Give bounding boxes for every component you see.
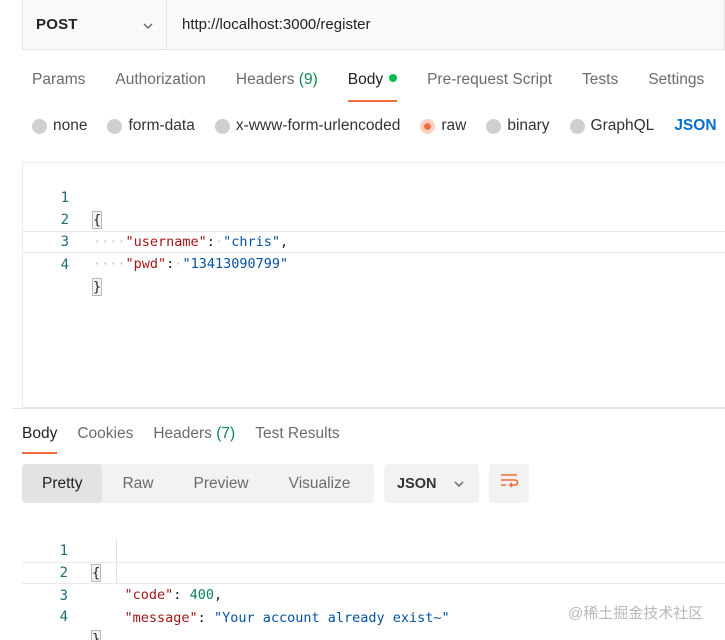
tab-label: Headers (153, 425, 212, 442)
method-label: POST (36, 16, 78, 33)
tab-response-headers[interactable]: Headers (7) (153, 420, 235, 454)
tab-headers[interactable]: Headers (9) (236, 66, 318, 102)
radio-circle-icon (32, 118, 47, 134)
line-number: 4 (60, 257, 69, 273)
tab-test-results[interactable]: Test Results (255, 420, 339, 454)
line-content: "message": "Your account already exist~" (124, 610, 450, 626)
wrap-lines-icon (499, 472, 519, 495)
radio-label: raw (441, 117, 467, 134)
radio-label: form-data (128, 117, 195, 134)
language-label: JSON (397, 475, 437, 492)
radio-circle-icon (107, 118, 123, 134)
radio-binary[interactable]: binary (486, 117, 550, 135)
method-select[interactable]: POST (23, 0, 167, 49)
watermark: @稀土掘金技术社区 (568, 605, 704, 622)
response-tabs: Body Cookies Headers (7) Test Results (22, 420, 360, 454)
radio-circle-icon (569, 118, 585, 134)
line-content: } (91, 276, 103, 298)
response-view-toggle: Pretty Raw Preview Visualize (22, 464, 374, 503)
tab-label: Tests (582, 71, 619, 88)
close-brace: } (91, 278, 103, 296)
code-line: 1 { (23, 165, 725, 229)
body-type-options: none form-data x-www-form-urlencoded raw… (32, 112, 717, 140)
code-line-active: 4 } (23, 231, 725, 296)
tab-label: Settings (648, 71, 705, 88)
tab-cookies[interactable]: Cookies (77, 420, 133, 454)
tab-label: Params (32, 71, 86, 88)
view-preview[interactable]: Preview (174, 464, 269, 503)
tab-pre-request-script[interactable]: Pre-request Script (427, 66, 552, 102)
radio-none[interactable]: none (32, 117, 87, 135)
line-content: } (90, 628, 102, 640)
tab-authorization[interactable]: Authorization (115, 66, 205, 102)
radio-label: GraphQL (590, 117, 655, 134)
radio-label: x-www-form-urlencoded (235, 117, 401, 134)
close-brace: } (90, 630, 102, 640)
tab-label: Body (347, 71, 384, 88)
tab-body[interactable]: Body (347, 66, 398, 102)
body-format-select[interactable]: JSON (674, 117, 716, 135)
radio-graphql[interactable]: GraphQL (569, 117, 655, 135)
whitespace-dots: ···· (93, 256, 126, 272)
json-key: "message" (124, 610, 198, 626)
headers-count: (9) (298, 71, 318, 88)
code-line: 1 { (22, 518, 725, 582)
tab-label: Test Results (255, 425, 340, 442)
code-line: 2 "code": 400, (22, 540, 725, 603)
request-tabs: Params Authorization Headers (9) Body Pr… (32, 66, 725, 102)
response-language-select[interactable]: JSON (384, 464, 479, 503)
tab-label: Cookies (77, 425, 134, 442)
chevron-down-icon (453, 478, 465, 490)
body-active-dot-icon (389, 74, 398, 82)
code-line: 2 ····"username":·"chris", (23, 187, 725, 250)
url-bar: POST http://localhost:3000/register (22, 0, 725, 50)
line-content: ····"pwd":·"13413090799" (93, 256, 289, 272)
url-input[interactable]: http://localhost:3000/register (167, 0, 724, 49)
view-raw[interactable]: Raw (102, 464, 173, 503)
tab-label: Authorization (115, 71, 206, 88)
radio-label: binary (507, 117, 550, 134)
pane-divider[interactable] (12, 408, 725, 409)
json-key: "pwd" (125, 256, 167, 272)
request-body-editor[interactable]: 1 { 2 ····"username":·"chris", 3 ····"pw… (22, 162, 725, 408)
json-value: "Your account already exist~" (213, 610, 450, 626)
tab-label: Headers (235, 71, 295, 88)
code-line: 3 ····"pwd":·"13413090799" (23, 209, 725, 272)
tab-settings[interactable]: Settings (648, 66, 704, 102)
radio-label: none (53, 117, 88, 134)
headers-count: (7) (216, 425, 236, 442)
tab-tests[interactable]: Tests (582, 66, 618, 102)
radio-raw[interactable]: raw (420, 117, 466, 135)
view-visualize[interactable]: Visualize (269, 464, 371, 503)
line-number: 4 (59, 609, 68, 625)
view-pretty[interactable]: Pretty (22, 464, 103, 503)
response-body-viewer[interactable]: 1 { 2 "code": 400, 3 "message": "Your ac… (22, 516, 725, 640)
wrap-lines-button[interactable] (489, 464, 529, 503)
tab-label: Body (22, 425, 58, 442)
radio-urlencoded[interactable]: x-www-form-urlencoded (214, 117, 401, 135)
code-line-active: 3 "message": "Your account already exist… (22, 562, 725, 626)
tab-params[interactable]: Params (32, 66, 85, 102)
radio-circle-icon (214, 118, 230, 134)
radio-form-data[interactable]: form-data (107, 117, 195, 135)
tab-label: Pre-request Script (427, 71, 553, 88)
radio-circle-icon (486, 118, 502, 134)
tab-response-body[interactable]: Body (22, 420, 58, 454)
radio-checked-icon (420, 118, 436, 134)
json-value: "13413090799" (182, 256, 289, 272)
chevron-down-icon (142, 19, 154, 31)
